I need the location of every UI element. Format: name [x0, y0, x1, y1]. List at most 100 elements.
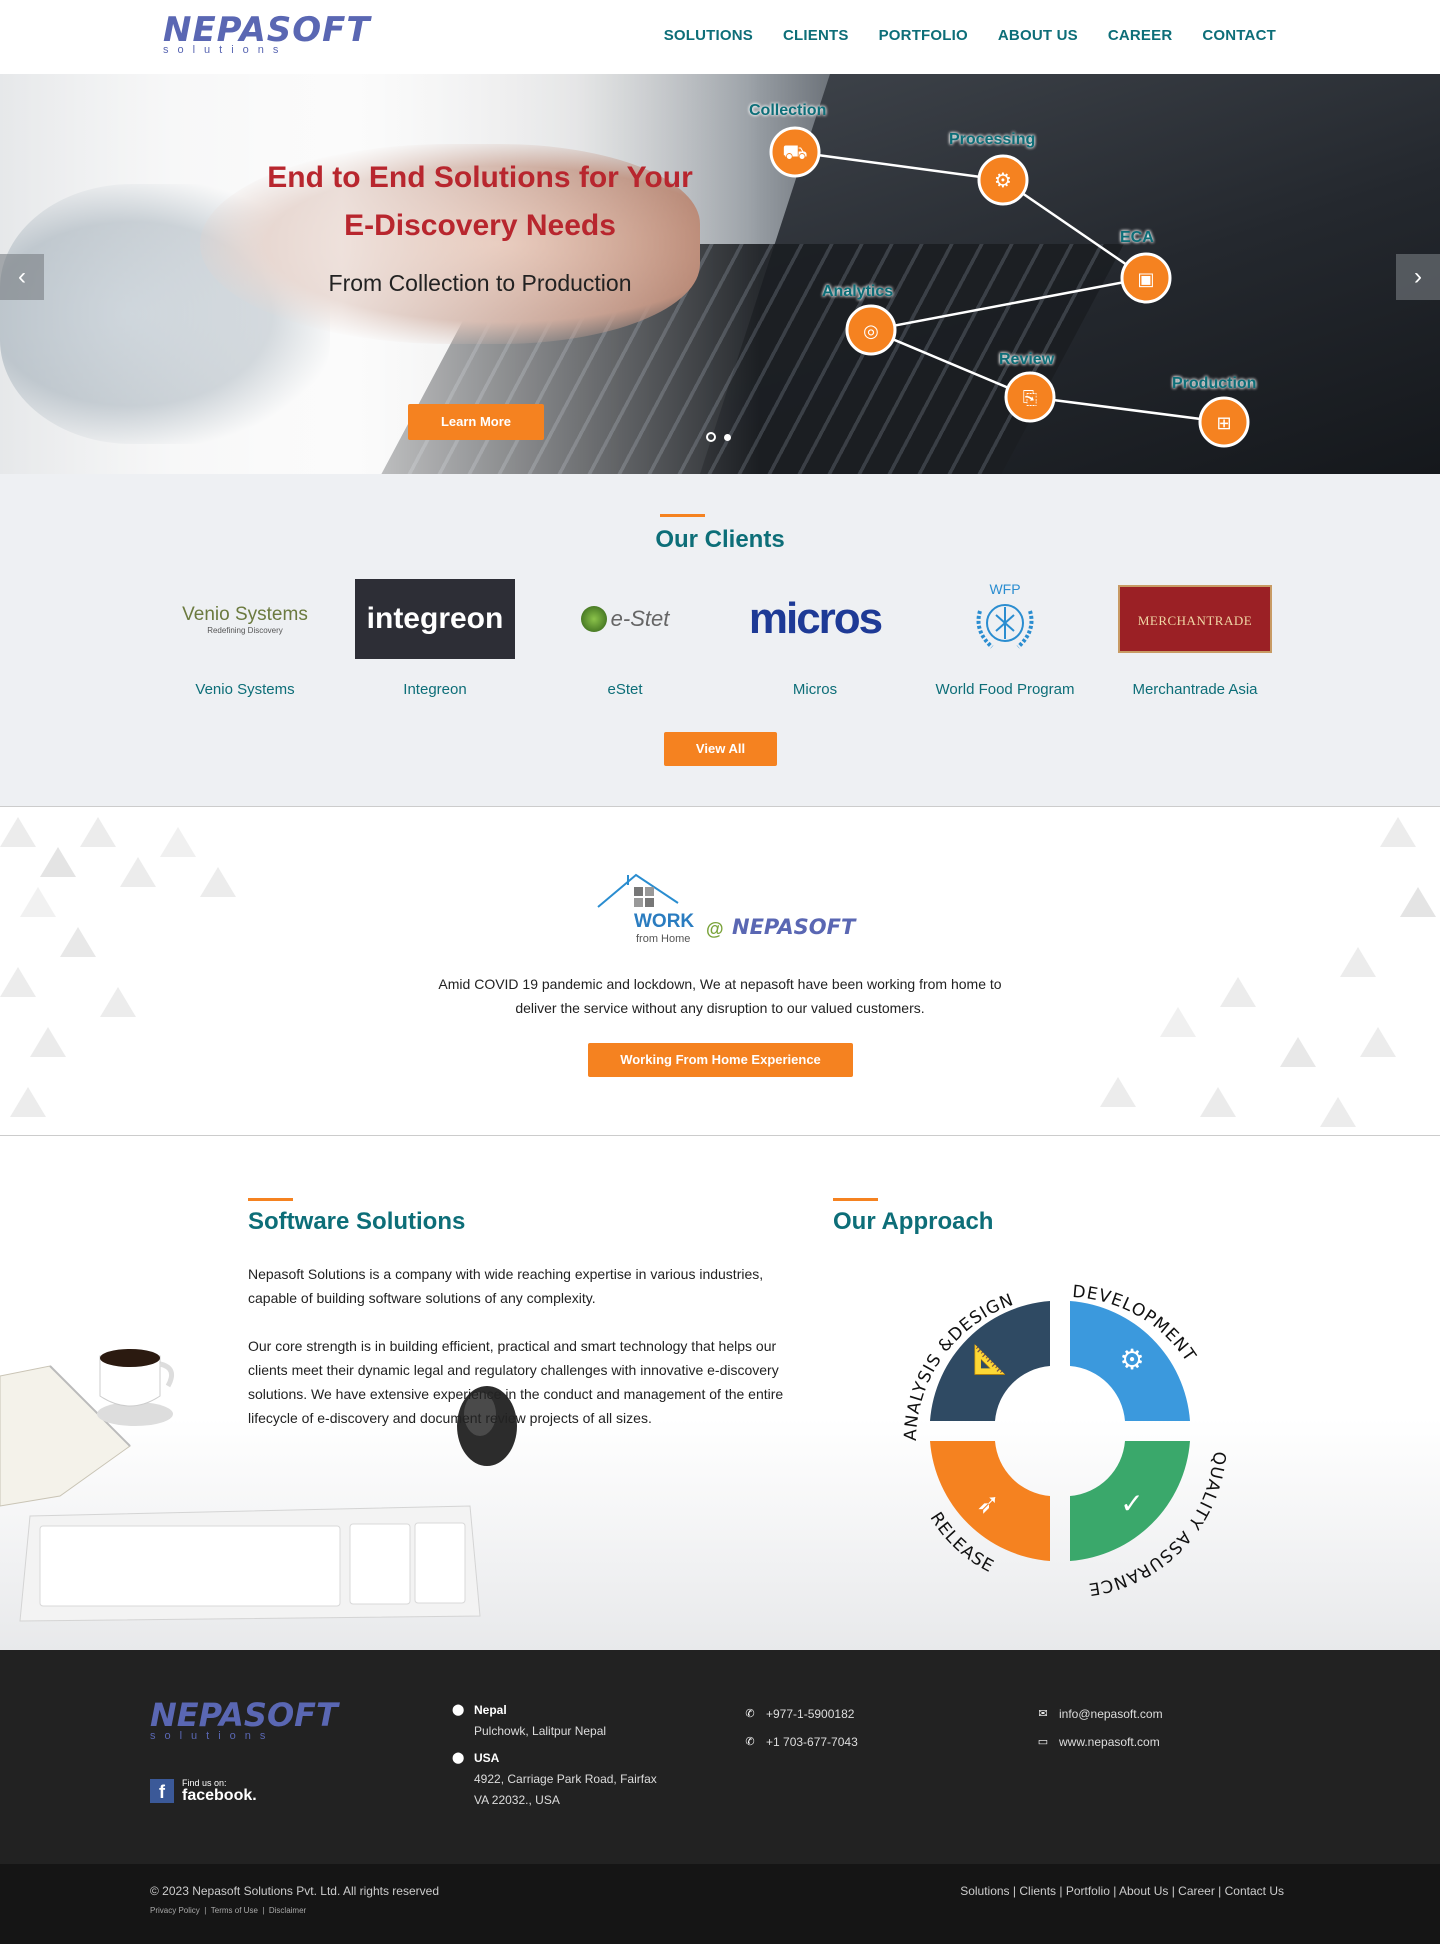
- footer-nav: Solutions | Clients | Portfolio | About …: [960, 1884, 1284, 1898]
- main-nav: SOLUTIONS CLIENTS PORTFOLIO ABOUT US CAR…: [664, 27, 1276, 44]
- nav-clients[interactable]: CLIENTS: [783, 27, 849, 44]
- micros-logo-text: micros: [748, 594, 883, 643]
- client-wfp[interactable]: WFP World Food Program: [910, 579, 1100, 699]
- slider-next-arrow-icon[interactable]: ›: [1396, 254, 1440, 300]
- client-name: Micros: [792, 681, 838, 698]
- footer-bottom-bar: © 2023 Nepasoft Solutions Pvt. Ltd. All …: [0, 1864, 1440, 1944]
- legal-links: Privacy Policy | Terms of Use | Disclaim…: [150, 1906, 307, 1915]
- client-integreon[interactable]: integreon Integreon: [340, 579, 530, 698]
- release-rocket-icon: ➶: [976, 1487, 999, 1520]
- wfh-section: WORK from Home @ NEPASOFT Amid COVID 19 …: [0, 806, 1440, 1136]
- address-nepal-title: Nepal: [474, 1703, 507, 1717]
- footer-logo-wordmark: NEPASOFT: [150, 1696, 338, 1734]
- nav-about-us[interactable]: ABOUT US: [998, 27, 1078, 44]
- estet-logo-text: e-Stet: [610, 606, 670, 631]
- svg-text:▣: ▣: [1137, 269, 1154, 290]
- footer-link-portfolio[interactable]: Portfolio: [1066, 1884, 1110, 1898]
- phone-icon: ✆: [745, 1736, 755, 1748]
- facebook-link[interactable]: f Find us on: facebook.: [150, 1778, 257, 1804]
- venio-logo-text: Venio Systems: [182, 603, 308, 625]
- terms-link[interactable]: Terms of Use: [211, 1906, 258, 1915]
- wfh-home-text: from Home: [636, 933, 691, 945]
- wfh-brand-text: NEPASOFT: [732, 915, 856, 939]
- stage-analytics-icon: ◎: [845, 304, 897, 356]
- stage-eca-icon: ▣: [1120, 252, 1172, 304]
- venio-tagline: Redefining Discovery: [207, 625, 283, 635]
- software-paragraph-2: Our core strength is in building efficie…: [248, 1338, 784, 1426]
- phone-usa-link[interactable]: +1 703-677-7043: [766, 1728, 858, 1756]
- svg-text:⎘: ⎘: [1023, 388, 1037, 409]
- wfh-at-text: @: [706, 919, 724, 939]
- facebook-icon: f: [150, 1779, 174, 1803]
- analysis-chart-icon: 📐: [973, 1343, 1008, 1376]
- address-nepal-text: Pulchowk, Lalitpur Nepal: [474, 1724, 607, 1738]
- phone-nepal-link[interactable]: +977-1-5900182: [766, 1700, 854, 1728]
- client-venio[interactable]: Venio Systems Redefining Discovery Venio …: [150, 579, 340, 699]
- footer-link-about-us[interactable]: About Us: [1119, 1884, 1168, 1898]
- footer-addresses: ⬤ Nepal Pulchowk, Lalitpur Nepal ⬤ USA 4922,…: [452, 1700, 657, 1811]
- client-logos: Venio Systems Redefining Discovery Venio …: [150, 579, 1290, 698]
- merchantrade-logo-text: MERCHANTRADE: [1118, 585, 1272, 653]
- address-usa-line2: VA 22032., USA: [474, 1793, 560, 1807]
- section-accent-bar: [248, 1198, 293, 1201]
- wfp-emblem-icon: [976, 603, 1034, 648]
- section-accent-bar: [660, 514, 705, 517]
- monitor-icon: ▭: [1037, 1736, 1049, 1748]
- copyright-text: © 2023 Nepasoft Solutions Pvt. Ltd. All …: [150, 1884, 439, 1898]
- nav-contact[interactable]: CONTACT: [1202, 27, 1276, 44]
- disclaimer-link[interactable]: Disclaimer: [269, 1906, 306, 1915]
- clients-section: Our Clients Venio Systems Redefining Disc…: [0, 474, 1440, 806]
- site-logo[interactable]: NEPASOFT solutions: [163, 13, 370, 60]
- footer-link-career[interactable]: Career: [1178, 1884, 1215, 1898]
- client-name: World Food Program: [935, 681, 1075, 698]
- footer-link-contact-us[interactable]: Contact Us: [1225, 1884, 1284, 1898]
- address-nepal: ⬤ Nepal Pulchowk, Lalitpur Nepal: [452, 1700, 657, 1742]
- merchantrade-logo: MERCHANTRADE: [1100, 579, 1290, 659]
- slider-dot-1[interactable]: [706, 432, 716, 442]
- website-link[interactable]: www.nepasoft.com: [1059, 1728, 1160, 1756]
- stage-production-icon: ⊞: [1198, 396, 1250, 448]
- wfh-logo: WORK from Home @ NEPASOFT: [596, 869, 856, 949]
- site-header: NEPASOFT solutions SOLUTIONS CLIENTS POR…: [0, 0, 1440, 74]
- address-usa-title: USA: [474, 1751, 500, 1765]
- client-estet[interactable]: e-Stet eStet: [530, 579, 720, 698]
- slider-dots: [706, 432, 731, 442]
- footer-link-solutions[interactable]: Solutions: [960, 1884, 1009, 1898]
- client-merchantrade[interactable]: MERCHANTRADE Merchantrade Asia: [1100, 579, 1290, 698]
- wfp-logo: WFP: [910, 579, 1100, 659]
- client-name: eStet: [607, 681, 643, 698]
- footer-link-clients[interactable]: Clients: [1019, 1884, 1056, 1898]
- slider-dot-2[interactable]: [724, 434, 731, 441]
- software-title: Software Solutions: [248, 1208, 466, 1235]
- stage-review-icon: ⎘: [1004, 371, 1056, 423]
- software-paragraph-1: Nepasoft Solutions is a company with wid…: [248, 1266, 764, 1306]
- svg-text:⊞: ⊞: [1216, 413, 1231, 434]
- section-accent-bar: [833, 1198, 878, 1201]
- software-description: Nepasoft Solutions is a company with wid…: [248, 1262, 808, 1454]
- address-usa-line1: 4922, Carriage Park Road, Fairfax: [474, 1772, 657, 1786]
- footer-logo[interactable]: NEPASOFT solutions: [150, 1696, 338, 1742]
- wfp-logo-text: WFP: [989, 580, 1021, 597]
- slider-prev-arrow-icon[interactable]: ‹: [0, 254, 44, 300]
- privacy-policy-link[interactable]: Privacy Policy: [150, 1906, 200, 1915]
- stage-processing-icon: ⚙: [977, 154, 1029, 206]
- estet-logo: e-Stet: [530, 579, 720, 659]
- nav-portfolio[interactable]: PORTFOLIO: [879, 27, 968, 44]
- nav-solutions[interactable]: SOLUTIONS: [664, 27, 753, 44]
- qa-clipboard-icon: ✓: [1120, 1487, 1143, 1520]
- view-all-button[interactable]: View All: [664, 732, 777, 766]
- client-name: Merchantrade Asia: [1132, 681, 1258, 698]
- client-micros[interactable]: micros Micros: [720, 579, 910, 698]
- location-pin-icon: ⬤: [452, 1704, 465, 1716]
- email-link[interactable]: info@nepasoft.com: [1059, 1700, 1163, 1728]
- estet-globe-icon: [580, 606, 607, 632]
- svg-text:◎: ◎: [863, 321, 879, 342]
- stage-collection-icon: ⛟: [769, 126, 821, 178]
- phone-icon: ✆: [745, 1708, 755, 1720]
- wfh-experience-button[interactable]: Working From Home Experience: [588, 1043, 853, 1077]
- site-footer: NEPASOFT solutions f Find us on: facebook…: [0, 1650, 1440, 1864]
- nav-career[interactable]: CAREER: [1108, 27, 1173, 44]
- client-name: Venio Systems: [195, 681, 295, 698]
- footer-phones: ✆ +977-1-5900182 ✆ +1 703-677-7043: [744, 1700, 858, 1756]
- approach-title: Our Approach: [833, 1208, 994, 1235]
